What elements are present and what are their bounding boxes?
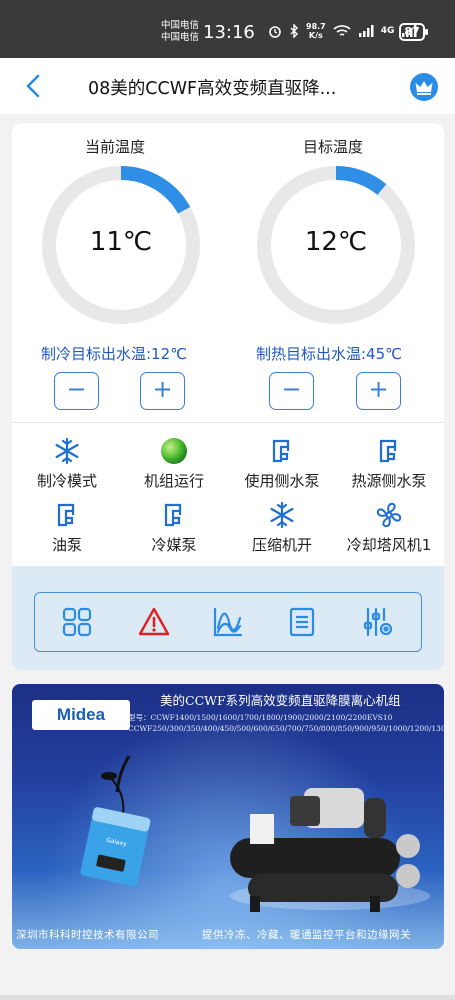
- status-cooling-tower-fan: 冷却塔风机1: [334, 501, 444, 555]
- banner-slogan: 提供冷冻、冷藏、暖通监控平台和边缘网关: [202, 929, 411, 941]
- status-label: 使用侧水泵: [244, 472, 320, 490]
- green-indicator-icon: [161, 438, 187, 464]
- current-temp-value: 11℃: [89, 227, 153, 257]
- cooling-decrease-button[interactable]: −: [54, 372, 99, 410]
- carrier-2: 中国电信: [161, 32, 200, 43]
- status-unit-running: 机组运行: [119, 437, 229, 491]
- status-oil-pump: 油泵: [12, 501, 122, 555]
- pump-icon: [57, 503, 75, 527]
- nav-bar: 08美的CCWF高效变频直驱降...: [0, 58, 455, 114]
- snowflake-icon: [270, 501, 294, 529]
- fan-icon: [376, 502, 402, 528]
- toolbar-area: [12, 566, 444, 670]
- chiller-unit-image: [230, 788, 430, 912]
- status-label: 冷却塔风机1: [346, 536, 432, 554]
- banner-title: 美的CCWF系列高效变频直驱降膜离心机组: [160, 693, 401, 708]
- heating-decrease-button[interactable]: −: [269, 372, 314, 410]
- carrier-1: 中国电信: [161, 20, 200, 31]
- pump-icon: [272, 439, 290, 463]
- bottom-edge: [0, 995, 455, 1000]
- bluetooth-icon: [290, 24, 298, 38]
- status-time: 13:16: [203, 22, 255, 43]
- target-temp-gauge-fill: [335, 166, 387, 196]
- current-temp-label: 当前温度: [85, 138, 146, 156]
- function-toolbar: [34, 592, 422, 652]
- cooling-setpoint-text: 制冷目标出水温:12℃: [41, 345, 187, 363]
- network-type: 4G: [380, 26, 395, 36]
- banner-model-line-1: 型号：CCWF1400/1500/1600/1700/1800/1900/200…: [128, 713, 393, 722]
- status-refrigerant-pump: 冷媒泵: [119, 501, 229, 555]
- divider: [12, 422, 444, 423]
- heating-increase-button[interactable]: +: [356, 372, 401, 410]
- trend-chart-icon[interactable]: [212, 606, 244, 638]
- list-document-icon[interactable]: [286, 606, 318, 638]
- gateway-device-image: Galaxy: [80, 755, 151, 887]
- status-cooling-mode: 制冷模式: [12, 437, 122, 491]
- pump-icon: [164, 503, 182, 527]
- crown-vip-button[interactable]: [410, 73, 438, 101]
- status-label: 压缩机开: [251, 536, 312, 554]
- alarm-warning-icon[interactable]: [138, 606, 170, 638]
- control-panel: 当前温度 目标温度 11℃ 12℃ 制冷目标出水温:12℃ 制热目标出水温:45…: [12, 123, 444, 670]
- crown-icon: [415, 81, 433, 95]
- page-title: 08美的CCWF高效变频直驱降...: [88, 79, 337, 99]
- pump-icon: [379, 439, 397, 463]
- target-temp-label: 目标温度: [303, 138, 364, 156]
- product-banner[interactable]: Midea 美的CCWF系列高效变频直驱降膜离心机组 型号：CCWF1400/1…: [12, 684, 444, 949]
- battery-indicator: 87: [399, 23, 428, 41]
- status-label: 机组运行: [143, 472, 204, 490]
- back-arrow-icon[interactable]: [22, 72, 46, 100]
- status-label: 制冷模式: [36, 472, 97, 490]
- banner-model-line-2: CCWF250/300/350/400/450/500/600/650/700/…: [128, 724, 444, 733]
- current-temp-gauge-fill: [120, 166, 191, 214]
- grid-icon[interactable]: [61, 606, 93, 638]
- status-compressor-on: 压缩机开: [227, 501, 337, 555]
- settings-sliders-icon[interactable]: [362, 606, 394, 638]
- status-label: 热源侧水泵: [351, 472, 427, 490]
- wifi-icon: [333, 25, 351, 36]
- heating-setpoint-text: 制热目标出水温:45℃: [256, 345, 402, 363]
- signal-5g-icon: [358, 25, 374, 37]
- target-temp-value: 12℃: [304, 227, 368, 257]
- status-label: 油泵: [51, 536, 82, 554]
- status-label: 冷媒泵: [151, 536, 197, 554]
- cooling-increase-button[interactable]: +: [140, 372, 185, 410]
- net-speed: 98.7 K/s: [306, 22, 326, 40]
- status-user-side-pump: 使用侧水泵: [227, 437, 337, 491]
- status-heat-side-pump: 热源侧水泵: [334, 437, 444, 491]
- status-bar: 中国电信 中国电信 13:16 98.7 K/s 4G 87: [0, 0, 455, 58]
- midea-logo: Midea: [32, 700, 130, 730]
- snowflake-icon: [55, 437, 79, 465]
- banner-company: 深圳市科科时控技术有限公司: [16, 929, 159, 941]
- alarm-clock-icon: [269, 26, 281, 38]
- carrier-names: 中国电信 中国电信: [161, 20, 199, 44]
- status-icons: 98.7 K/s 4G: [268, 22, 417, 40]
